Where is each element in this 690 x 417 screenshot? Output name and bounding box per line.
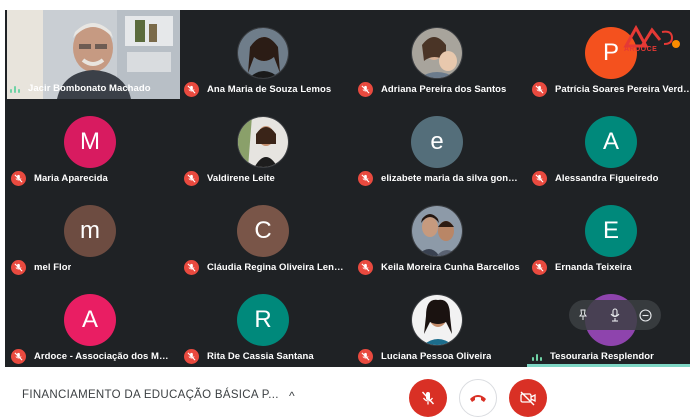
meet-window: Jacir Bombonato Machado Ana Maria de Sou… bbox=[0, 0, 690, 417]
participant-tile[interactable]: Adriana Pereira dos Santos bbox=[352, 10, 523, 99]
participant-tile[interactable]: Luciana Pessoa Oliveira bbox=[352, 277, 523, 366]
participant-tile[interactable]: Valdirene Leite bbox=[178, 99, 349, 188]
mic-off-icon bbox=[532, 81, 547, 97]
camera-off-icon bbox=[520, 391, 536, 406]
mic-off-icon bbox=[11, 259, 26, 275]
participant-initial-avatar: M bbox=[64, 116, 116, 168]
participant-name: mel Flor bbox=[34, 261, 72, 273]
mic-off-icon bbox=[421, 391, 435, 405]
participant-name: Ana Maria de Souza Lemos bbox=[207, 83, 332, 95]
pin-icon[interactable] bbox=[575, 307, 591, 323]
participant-name: elizabete maria da silva gonça... bbox=[381, 172, 521, 184]
participant-name: Patrícia Soares Pereira Verdeiro bbox=[555, 83, 690, 95]
participant-name-row: elizabete maria da silva gonça... bbox=[358, 170, 521, 186]
mic-off-icon bbox=[358, 259, 373, 275]
participant-name-row: Ardoce - Associação dos Muni... bbox=[11, 348, 174, 364]
participant-initial-avatar: m bbox=[64, 205, 116, 257]
participant-name-row: mel Flor bbox=[11, 259, 71, 275]
meeting-title[interactable]: FINANCIAMENTO DA EDUCAÇÃO BÁSICA P... bbox=[22, 389, 279, 401]
participant-tile[interactable]: R Rita De Cassia Santana bbox=[178, 277, 349, 366]
participant-initial-avatar: C bbox=[237, 205, 289, 257]
mic-off-icon bbox=[358, 81, 373, 97]
mic-off-icon bbox=[358, 348, 373, 364]
participant-tile[interactable]: Keila Moreira Cunha Barcellos bbox=[352, 188, 523, 277]
bottom-control-bar: FINANCIAMENTO DA EDUCAÇÃO BÁSICA P... ^ bbox=[0, 367, 690, 417]
participant-name-row: Rita De Cassia Santana bbox=[184, 348, 314, 364]
chevron-up-icon[interactable]: ^ bbox=[289, 389, 295, 403]
participant-photo-avatar bbox=[411, 205, 463, 257]
participant-name-row: Alessandra Figueiredo bbox=[532, 170, 658, 186]
participant-name: Jacir Bombonato Machado bbox=[28, 82, 151, 94]
participant-name-row: Ana Maria de Souza Lemos bbox=[184, 81, 331, 97]
speaking-indicator-icon bbox=[532, 351, 542, 361]
participant-name-row: Valdirene Leite bbox=[184, 170, 275, 186]
participant-photo-avatar bbox=[411, 294, 463, 346]
participant-name: Alessandra Figueiredo bbox=[555, 172, 659, 184]
participant-name-row: Luciana Pessoa Oliveira bbox=[358, 348, 491, 364]
participant-photo-avatar bbox=[237, 116, 289, 168]
participant-name-row: Adriana Pereira dos Santos bbox=[358, 81, 506, 97]
participant-photo-avatar bbox=[411, 27, 463, 79]
participant-name: Luciana Pessoa Oliveira bbox=[381, 350, 492, 362]
participant-name-row: Tesouraria Resplendor bbox=[532, 348, 654, 364]
logo-text: ARDOCE bbox=[624, 46, 658, 53]
participant-name: Ernanda Teixeira bbox=[555, 261, 632, 273]
mic-off-icon bbox=[11, 170, 26, 186]
participant-name-row: Jacir Bombonato Machado bbox=[10, 80, 151, 96]
participant-photo-avatar bbox=[237, 27, 289, 79]
speaking-indicator-icon bbox=[10, 83, 20, 93]
hangup-button[interactable] bbox=[459, 379, 497, 417]
mic-off-icon bbox=[184, 170, 199, 186]
participant-tile[interactable]: Jacir Bombonato Machado bbox=[5, 10, 180, 99]
camera-toggle-button[interactable] bbox=[509, 379, 547, 417]
participant-name: Cláudia Regina Oliveira Lenk A... bbox=[207, 261, 347, 273]
participant-name: Ardoce - Associação dos Muni... bbox=[34, 350, 174, 362]
participant-name-row: Cláudia Regina Oliveira Lenk A... bbox=[184, 259, 347, 275]
participant-tile[interactable]: A Alessandra Figueiredo bbox=[526, 99, 690, 188]
participant-initial-avatar: e bbox=[411, 116, 463, 168]
participant-initial-avatar: A bbox=[64, 294, 116, 346]
participant-name: Adriana Pereira dos Santos bbox=[381, 83, 507, 95]
participant-name-row: Patrícia Soares Pereira Verdeiro bbox=[532, 81, 690, 97]
participant-name-row: Ernanda Teixeira bbox=[532, 259, 632, 275]
participant-tile[interactable]: E Ernanda Teixeira bbox=[526, 188, 690, 277]
participant-name: Maria Aparecida bbox=[34, 172, 108, 184]
participant-tile[interactable]: A Ardoce - Associação dos Muni... bbox=[5, 277, 176, 366]
mic-off-icon bbox=[532, 170, 547, 186]
mic-icon[interactable] bbox=[607, 307, 623, 323]
participant-initial-avatar: A bbox=[585, 116, 637, 168]
participant-name: Keila Moreira Cunha Barcellos bbox=[381, 261, 520, 273]
participant-name: Rita De Cassia Santana bbox=[207, 350, 314, 362]
mic-toggle-button[interactable] bbox=[409, 379, 447, 417]
participant-tile[interactable]: C Cláudia Regina Oliveira Lenk A... bbox=[178, 188, 349, 277]
participant-initial-avatar: R bbox=[237, 294, 289, 346]
participant-name: Valdirene Leite bbox=[207, 172, 275, 184]
hangup-icon bbox=[470, 395, 486, 402]
ardoce-logo: ARDOCE bbox=[612, 24, 684, 64]
participant-name-row: Maria Aparecida bbox=[11, 170, 108, 186]
participant-name-row: Keila Moreira Cunha Barcellos bbox=[358, 259, 520, 275]
tile-hover-controls bbox=[569, 300, 661, 330]
mic-off-icon bbox=[358, 170, 373, 186]
participant-tile[interactable]: M Maria Aparecida bbox=[5, 99, 176, 188]
mic-off-icon bbox=[184, 259, 199, 275]
participant-tile[interactable]: e elizabete maria da silva gonça... bbox=[352, 99, 523, 188]
participant-video: Jacir Bombonato Machado bbox=[7, 10, 180, 99]
mic-off-icon bbox=[184, 348, 199, 364]
mic-off-icon bbox=[11, 348, 26, 364]
participant-tile[interactable]: Ana Maria de Souza Lemos bbox=[178, 10, 349, 99]
mic-off-icon bbox=[184, 81, 199, 97]
remove-icon[interactable] bbox=[637, 307, 653, 323]
mic-off-icon bbox=[532, 259, 547, 275]
participant-initial-avatar: E bbox=[585, 205, 637, 257]
participant-name: Tesouraria Resplendor bbox=[550, 350, 654, 362]
participant-tile[interactable]: m mel Flor bbox=[5, 188, 176, 277]
